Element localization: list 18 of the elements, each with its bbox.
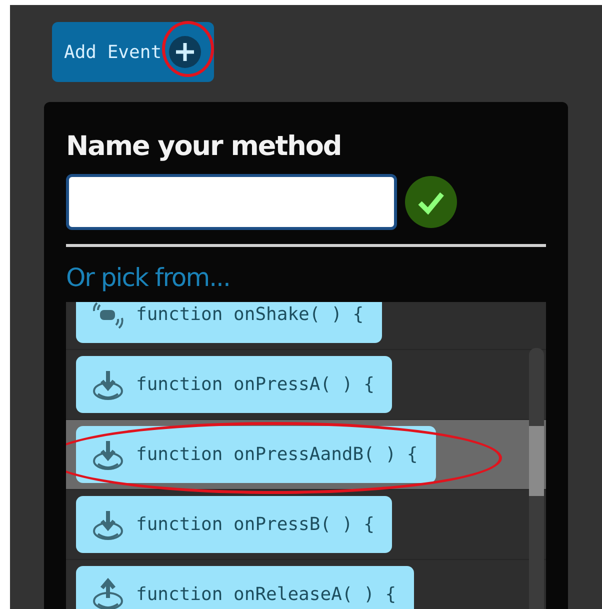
check-icon[interactable]	[405, 176, 457, 228]
scrollbar[interactable]	[529, 348, 544, 609]
method-name-field[interactable]	[66, 174, 397, 230]
release-button-icon	[90, 576, 126, 609]
list-row[interactable]: function onReleaseA( ) {	[66, 560, 546, 609]
event-item[interactable]: function onReleaseA( ) {	[76, 566, 414, 609]
dialog-title: Name your method	[66, 130, 342, 164]
event-item[interactable]: function onPressB( ) {	[76, 496, 392, 553]
pick-label: Or pick from...	[66, 263, 231, 292]
event-item[interactable]: function onShake( ) {	[76, 302, 382, 343]
list-row[interactable]: function onPressB( ) {	[66, 490, 546, 560]
list-row[interactable]: function onPressAandB( ) {	[66, 420, 546, 490]
event-item[interactable]: function onPressAandB( ) {	[76, 426, 436, 483]
add-event-button[interactable]: Add Event	[52, 22, 214, 82]
list-row[interactable]: function onShake( ) {	[66, 302, 546, 350]
event-item[interactable]: function onPressA( ) {	[76, 356, 392, 413]
plus-icon	[168, 35, 202, 69]
list-row[interactable]: function onPressA( ) {	[66, 350, 546, 420]
